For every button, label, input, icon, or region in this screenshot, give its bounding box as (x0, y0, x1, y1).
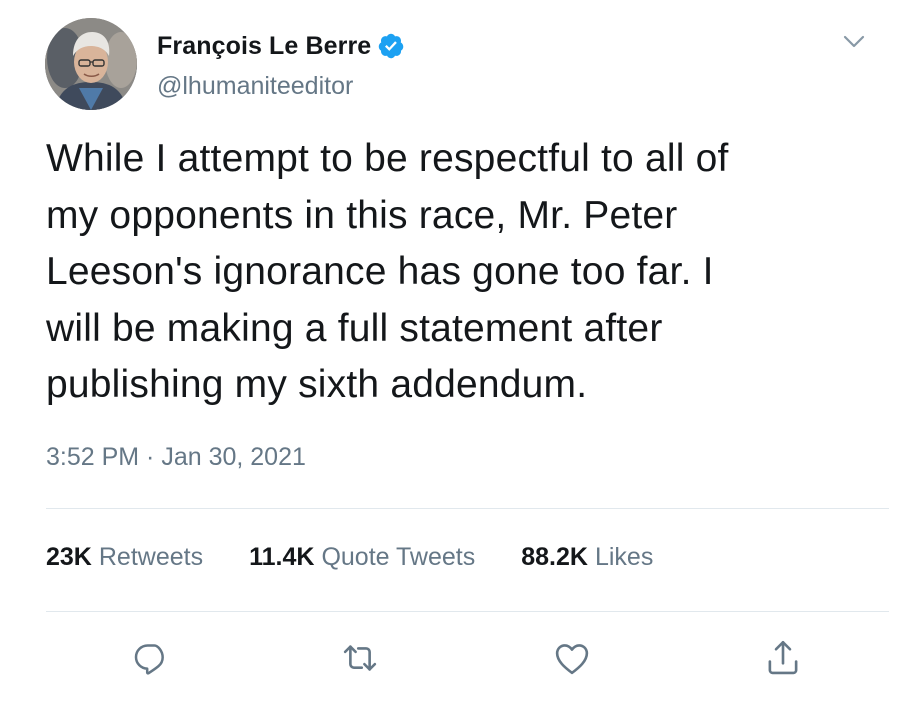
display-name[interactable]: François Le Berre (157, 32, 371, 61)
engagement-stats: 23K Retweets 11.4K Quote Tweets 88.2K Li… (46, 543, 653, 572)
heart-icon (555, 644, 589, 675)
tweet-text-line: While I attempt to be respectful to all … (46, 137, 729, 180)
avatar[interactable] (45, 18, 137, 110)
more-options-chevron-down-icon[interactable] (836, 28, 872, 56)
quote-tweets-count: 11.4K (249, 543, 315, 571)
tweet-card: François Le Berre @lhumaniteeditor While… (0, 0, 901, 703)
tweet-text-line: will be making a full statement after (46, 306, 663, 350)
share-upload-icon (768, 640, 798, 675)
display-name-row: François Le Berre (157, 30, 405, 62)
share-button[interactable] (761, 636, 805, 680)
divider (46, 508, 889, 509)
retweet-button[interactable] (338, 636, 382, 680)
tweet-text-line: publishing my sixth addendum. (46, 363, 588, 406)
divider (46, 611, 889, 612)
author-block: François Le Berre @lhumaniteeditor (157, 30, 405, 101)
verified-badge-icon (377, 32, 405, 60)
tweet-timestamp[interactable]: 3:52 PM · Jan 30, 2021 (46, 443, 306, 472)
quote-tweets-stat[interactable]: 11.4K Quote Tweets (249, 543, 475, 572)
likes-stat[interactable]: 88.2K Likes (521, 543, 653, 572)
likes-label: Likes (594, 543, 654, 571)
reply-button[interactable] (129, 636, 173, 680)
likes-count: 88.2K (521, 543, 588, 571)
tweet-text: While I attempt to be respectful to all … (46, 131, 876, 414)
like-button[interactable] (550, 636, 594, 680)
retweets-label: Retweets (98, 543, 204, 571)
retweets-count: 23K (46, 543, 92, 571)
tweet-text-line: Leeson's ignorance has gone too far. I (46, 250, 714, 293)
quote-tweets-label: Quote Tweets (321, 543, 476, 571)
handle[interactable]: @lhumaniteeditor (157, 72, 405, 101)
retweets-stat[interactable]: 23K Retweets (46, 543, 203, 572)
tweet-text-line: my opponents in this race, Mr. Peter (46, 193, 678, 237)
avatar-photo-icon (45, 18, 137, 110)
retweet-arrows-icon (343, 645, 377, 671)
speech-bubble-icon (134, 644, 164, 675)
